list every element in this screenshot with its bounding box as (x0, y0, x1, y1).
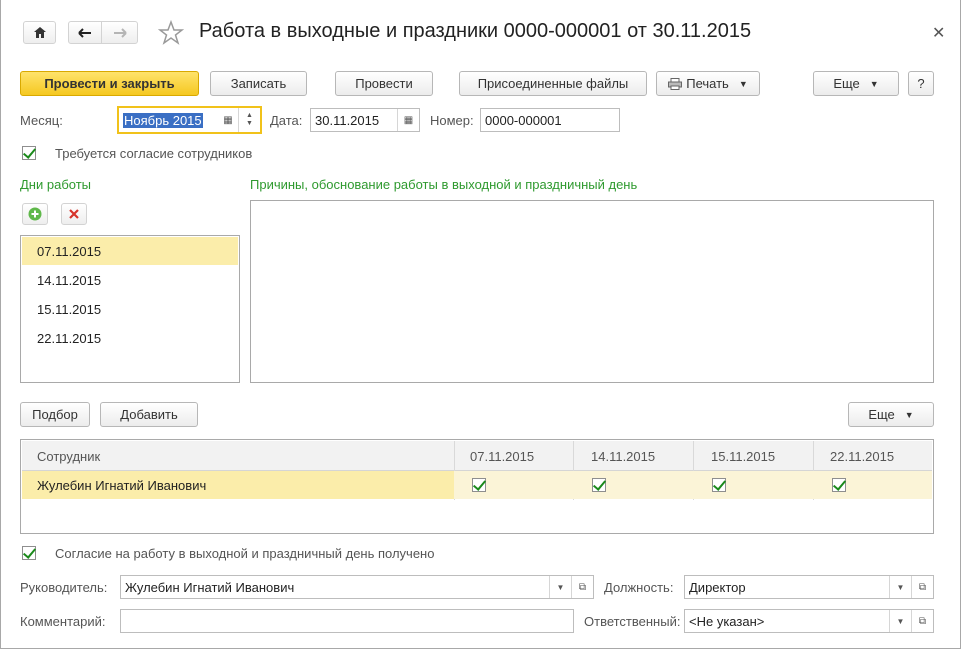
add-label: Добавить (120, 407, 178, 422)
plus-circle-icon (28, 207, 42, 221)
delete-x-icon (69, 209, 79, 219)
delete-day-button[interactable] (61, 203, 87, 225)
add-button[interactable]: Добавить (100, 402, 198, 427)
post-and-close-button[interactable]: Провести и закрыть (20, 71, 199, 96)
arrow-right-icon (113, 27, 127, 38)
day-checkbox[interactable] (832, 478, 846, 492)
table-more-button[interactable]: Еще ▼ (848, 402, 934, 427)
manager-label: Руководитель: (20, 580, 108, 595)
stepper[interactable]: ▲ ▼ (238, 108, 260, 132)
employees-table[interactable]: Сотрудник 07.11.2015 14.11.2015 15.11.20… (20, 439, 934, 534)
table-row[interactable]: Жулебин Игнатий Иванович (22, 471, 932, 499)
column-header-day[interactable]: 07.11.2015 (470, 441, 534, 471)
reasons-label: Причины, обоснование работы в выходной и… (250, 177, 638, 192)
employee-cell[interactable]: Жулебин Игнатий Иванович (22, 471, 454, 499)
day-checkbox[interactable] (592, 478, 606, 492)
list-item-label: 15.11.2015 (37, 301, 102, 317)
month-value: Ноябрь 2015 (123, 112, 203, 128)
column-header-day[interactable]: 22.11.2015 (830, 441, 894, 471)
print-button[interactable]: Печать ▼ (656, 71, 760, 96)
number-field[interactable]: 0000-000001 (480, 108, 620, 132)
responsible-value: <Не указан> (689, 613, 765, 629)
list-item[interactable]: 22.11.2015 (22, 324, 238, 352)
date-value: 30.11.2015 (315, 112, 380, 128)
more-label: Еще (833, 76, 860, 91)
responsible-field[interactable]: <Не указан> ▼ ⧉ (684, 609, 934, 633)
month-field[interactable]: Ноябрь 2015 ▦ ▲ ▼ (117, 106, 262, 134)
post-and-close-label: Провести и закрыть (44, 76, 175, 91)
work-days-list[interactable]: 07.11.2015 14.11.2015 15.11.2015 22.11.2… (20, 235, 240, 383)
responsible-label: Ответственный: (584, 614, 681, 629)
pick-label: Подбор (32, 407, 78, 422)
position-field[interactable]: Директор ▼ ⧉ (684, 575, 934, 599)
attached-files-button[interactable]: Присоединенные файлы (459, 71, 647, 96)
chevron-down-icon: ▼ (904, 409, 914, 420)
add-day-button[interactable] (22, 203, 48, 225)
more-button[interactable]: Еще ▼ (813, 71, 899, 96)
list-item[interactable]: 15.11.2015 (22, 295, 238, 323)
column-header-day[interactable]: 15.11.2015 (711, 441, 775, 471)
list-item[interactable]: 14.11.2015 (22, 266, 238, 294)
dropdown-arrow-icon[interactable]: ▼ (889, 610, 911, 632)
post-button[interactable]: Провести (335, 71, 433, 96)
date-label: Дата: (270, 113, 303, 128)
list-item[interactable]: 07.11.2015 (22, 237, 238, 265)
favorite-star-icon[interactable] (157, 19, 185, 49)
arrow-left-icon (78, 27, 91, 38)
number-value: 0000-000001 (485, 112, 562, 128)
list-item-label: 22.11.2015 (37, 330, 102, 346)
consent-received-checkbox[interactable] (22, 546, 36, 560)
help-label: ? (917, 76, 925, 91)
comment-label: Комментарий: (20, 614, 106, 629)
reasons-textarea[interactable] (250, 200, 934, 383)
column-header-day[interactable]: 14.11.2015 (591, 441, 655, 471)
close-icon[interactable]: ✕ (932, 23, 945, 43)
manager-field[interactable]: Жулебин Игнатий Иванович ▼ ⧉ (120, 575, 594, 599)
position-value: Директор (689, 579, 746, 595)
month-label: Месяц: (20, 113, 63, 128)
chevron-down-icon: ▼ (869, 78, 879, 89)
save-label: Записать (230, 76, 287, 91)
pick-button[interactable]: Подбор (20, 402, 90, 427)
number-label: Номер: (430, 113, 474, 128)
home-icon (33, 27, 46, 38)
home-button[interactable] (23, 21, 56, 44)
list-item-label: 14.11.2015 (37, 272, 102, 288)
position-label: Должность: (604, 580, 674, 595)
list-item-label: 07.11.2015 (37, 243, 102, 259)
work-days-label: Дни работы (20, 177, 92, 192)
consent-received-label: Согласие на работу в выходной и празднич… (55, 546, 435, 561)
back-button[interactable] (68, 21, 102, 44)
page-title: Работа в выходные и праздники 0000-00000… (199, 20, 752, 42)
dropdown-arrow-icon[interactable]: ▼ (889, 576, 911, 598)
table-more-label: Еще (868, 407, 895, 422)
dropdown-arrow-icon[interactable]: ▼ (549, 576, 571, 598)
day-checkbox[interactable] (472, 478, 486, 492)
printer-icon (668, 77, 683, 90)
save-button[interactable]: Записать (210, 71, 307, 96)
open-link-icon[interactable]: ⧉ (911, 610, 933, 632)
open-link-icon[interactable]: ⧉ (911, 576, 933, 598)
column-header-employee[interactable]: Сотрудник (37, 441, 100, 471)
consent-required-checkbox[interactable] (22, 146, 36, 160)
calendar-icon[interactable]: ▦ (397, 109, 419, 131)
consent-required-label: Требуется согласие сотрудников (55, 146, 253, 161)
manager-value: Жулебин Игнатий Иванович (125, 579, 295, 595)
date-field[interactable]: 30.11.2015 ▦ (310, 108, 420, 132)
print-label: Печать (686, 76, 729, 91)
open-link-icon[interactable]: ⧉ (571, 576, 593, 598)
chevron-down-icon: ▼ (738, 78, 748, 89)
post-label: Провести (355, 76, 413, 91)
table-header: Сотрудник 07.11.2015 14.11.2015 15.11.20… (22, 441, 932, 500)
day-checkbox[interactable] (712, 478, 726, 492)
comment-field[interactable] (120, 609, 574, 633)
attached-files-label: Присоединенные файлы (477, 76, 629, 91)
forward-button[interactable] (101, 21, 138, 44)
calendar-icon[interactable]: ▦ (218, 108, 238, 132)
help-button[interactable]: ? (908, 71, 934, 96)
